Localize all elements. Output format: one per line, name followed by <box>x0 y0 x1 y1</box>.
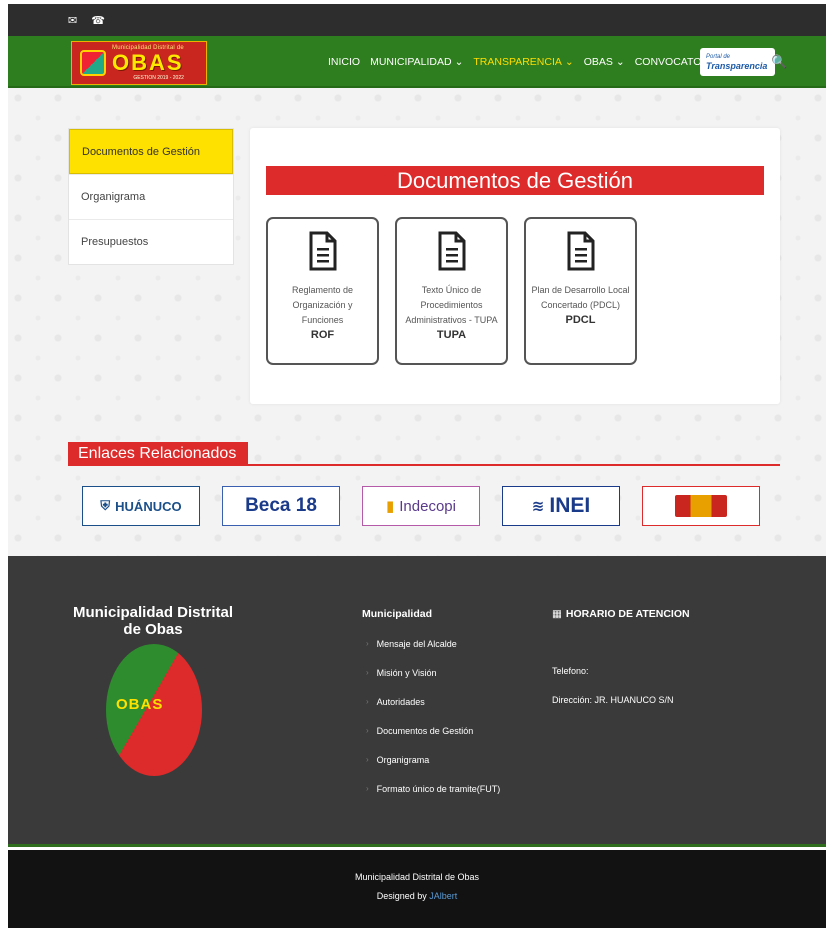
copyright-bar: Municipalidad Distrital de Obas Designed… <box>8 850 826 928</box>
document-card-pdcl[interactable]: Plan de Desarrollo Local Concertado (PDC… <box>524 217 637 365</box>
juntos-logo-icon <box>675 495 727 517</box>
documents-panel: Documentos de Gestión Reglamento de Orga… <box>250 128 780 404</box>
card-code: TUPA <box>436 329 467 341</box>
inei-logo-icon: ≋ <box>531 498 545 515</box>
link-huanuco[interactable]: ⛨ HUÁNUCO <box>82 486 200 526</box>
footer-link[interactable]: › Documentos de Gestión <box>362 716 500 745</box>
magnifier-icon: 🔍 <box>771 54 788 69</box>
related-links-title: Enlaces Relacionados <box>68 442 248 465</box>
chevron-down-icon: ⌄ <box>615 56 625 68</box>
nav-municipalidad[interactable]: MUNICIPALIDAD ⌄ <box>370 56 463 68</box>
site-logo[interactable]: Municipalidad Distrital de OBAS GESTION … <box>71 41 207 85</box>
footer-col-heading: HORARIO DE ATENCION <box>565 608 690 620</box>
chevron-down-icon: ⌄ <box>454 56 464 68</box>
footer-logo-text: OBAS <box>116 696 164 713</box>
document-icon <box>309 231 336 271</box>
nav-obas[interactable]: OBAS ⌄ <box>584 56 625 68</box>
link-indecopi[interactable]: ▮ Indecopi <box>362 486 480 526</box>
link-beca18[interactable]: Beca 18 <box>222 486 340 526</box>
crest-icon <box>80 50 106 76</box>
nav-inicio[interactable]: INICIO <box>328 56 360 68</box>
related-links-divider <box>68 464 780 466</box>
link-inei[interactable]: ≋ INEI <box>502 486 620 526</box>
footer-horario: ▦ HORARIO DE ATENCION Telefono: Dirección… <box>552 608 690 705</box>
document-card-rof[interactable]: Reglamento de Organización y Funciones R… <box>266 217 379 365</box>
chevron-right-icon: › <box>366 755 369 764</box>
card-code: PDCL <box>565 314 596 326</box>
footer-telefono: Telefono: <box>552 666 589 676</box>
related-links-logos: ⛨ HUÁNUCO Beca 18 ▮ Indecopi ≋ INEI <box>82 486 760 526</box>
document-cards: Reglamento de Organización y Funciones R… <box>266 217 637 365</box>
page: ✉ ☎ Municipalidad Distrital de OBAS GEST… <box>8 4 826 928</box>
sidebar-item-documentos[interactable]: Documentos de Gestión <box>69 129 233 174</box>
footer-link[interactable]: › Formato único de tramite(FUT) <box>362 774 500 803</box>
footer-org-title: Municipalidad Distrital de Obas <box>72 604 234 638</box>
footer-logo: OBAS <box>106 644 202 776</box>
chevron-down-icon: ⌄ <box>564 56 574 68</box>
footer-col-heading: Municipalidad <box>362 608 433 620</box>
card-code: ROF <box>310 329 335 341</box>
designed-by-label: Designed by <box>376 891 427 901</box>
chevron-right-icon: › <box>366 726 369 735</box>
card-text: Texto Único de Procedimientos Administra… <box>405 285 498 325</box>
phone-icon[interactable]: ☎ <box>91 14 105 27</box>
footer-link[interactable]: › Misión y Visión <box>362 658 500 687</box>
top-contact-bar: ✉ ☎ <box>8 4 826 36</box>
card-text: Reglamento de Organización y Funciones <box>291 285 354 325</box>
indecopi-logo-icon: ▮ <box>386 498 395 515</box>
document-icon <box>567 231 594 271</box>
site-header: Municipalidad Distrital de OBAS GESTION … <box>8 36 826 88</box>
sidebar-item-presupuestos[interactable]: Presupuestos <box>69 219 233 264</box>
chevron-right-icon: › <box>366 784 369 793</box>
footer-link[interactable]: › Mensaje del Alcalde <box>362 629 500 658</box>
panel-title: Documentos de Gestión <box>266 166 764 195</box>
chevron-right-icon: › <box>366 639 369 648</box>
footer-link[interactable]: › Autoridades <box>362 687 500 716</box>
logo-title: OBAS <box>112 50 184 75</box>
link-juntos[interactable] <box>642 486 760 526</box>
footer-municipalidad-links: Municipalidad › Mensaje del Alcalde › Misi… <box>362 608 500 803</box>
designer-link[interactable]: JAlbert <box>429 891 457 901</box>
footer-link[interactable]: › Organigrama <box>362 745 500 774</box>
footer-direccion: Dirección: JR. HUANUCO S/N <box>552 695 674 705</box>
nav-transparencia[interactable]: TRANSPARENCIA ⌄ <box>473 56 573 68</box>
sidebar-menu: Documentos de Gestión Organigrama Presup… <box>68 128 234 265</box>
crest-icon: ⛨ <box>100 498 111 513</box>
sidebar-item-organigrama[interactable]: Organigrama <box>69 174 233 219</box>
chevron-right-icon: › <box>366 697 369 706</box>
site-footer: Municipalidad Distrital de Obas OBAS Mun… <box>8 556 826 847</box>
main-content: Documentos de Gestión Organigrama Presup… <box>8 88 826 556</box>
logo-period: GESTION 2019 - 2022 <box>133 75 184 81</box>
calendar-icon: ▦ <box>552 608 562 620</box>
chevron-right-icon: › <box>366 668 369 677</box>
envelope-icon[interactable]: ✉ <box>68 14 77 27</box>
portal-transparencia-button[interactable]: Portal de Transparencia 🔍 <box>700 48 788 76</box>
main-nav: INICIO MUNICIPALIDAD ⌄ TRANSPARENCIA ⌄ OBA… <box>328 36 719 88</box>
card-text: Plan de Desarrollo Local Concertado (PDC… <box>531 285 630 310</box>
document-card-tupa[interactable]: Texto Único de Procedimientos Administra… <box>395 217 508 365</box>
copyright-text: Municipalidad Distrital de Obas <box>354 872 480 882</box>
document-icon <box>438 231 465 271</box>
